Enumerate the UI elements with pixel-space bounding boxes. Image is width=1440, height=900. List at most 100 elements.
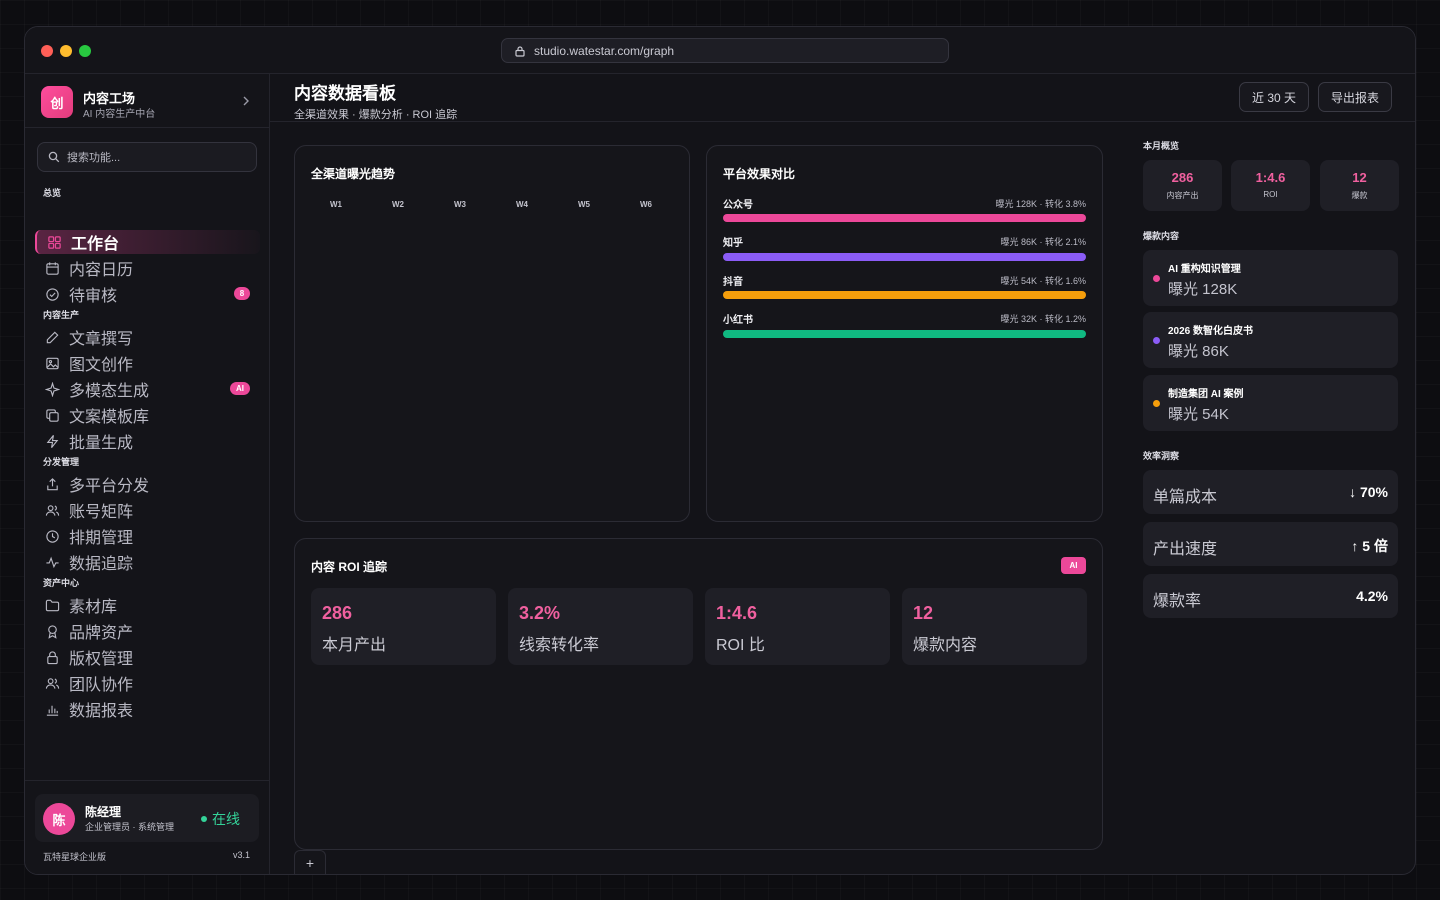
status-dot — [1153, 275, 1160, 282]
platform-bar — [723, 253, 1086, 261]
sidebar-item-account-matrix[interactable]: 账号矩阵 — [35, 498, 260, 522]
metric-value: 12 — [913, 603, 934, 623]
date-range-button[interactable]: 近 30 天 — [1239, 82, 1310, 112]
hot-exposure: 曝光 54K — [1168, 406, 1229, 423]
version-label: v3.1 — [233, 850, 251, 860]
metric-value: 1:4.6 — [716, 603, 758, 623]
hot-content-item[interactable]: AI 重构知识管理 曝光 128K — [1143, 250, 1398, 306]
platform-name: 小红书 — [723, 315, 753, 326]
sidebar-item-label: 待审核 — [69, 288, 118, 305]
metric-label: 线索转化率 — [519, 637, 600, 654]
image-icon — [46, 357, 59, 369]
hot-title: AI 重构知识管理 — [1168, 264, 1241, 275]
ai-chip[interactable]: AI — [1061, 557, 1086, 574]
sidebar-item-dashboard[interactable]: 工作台 — [35, 230, 260, 254]
pen-icon — [46, 331, 59, 343]
roi-metric-tile: 12 爆款内容 — [902, 588, 1087, 665]
page-subtitle: 全渠道效果 · 爆款分析 · ROI 追踪 — [294, 109, 458, 121]
award-icon — [48, 624, 57, 639]
bar-chart-icon — [46, 705, 59, 716]
sidebar-item-review[interactable]: 待审核 8 — [35, 282, 260, 306]
sidebar-item-article-writing[interactable]: 文章撰写 — [35, 325, 260, 349]
copy-icon — [46, 408, 59, 422]
sidebar-item-multi-platform[interactable]: 多平台分发 — [35, 472, 260, 496]
stat-value: 12 — [1352, 170, 1367, 185]
activity-icon — [46, 556, 59, 568]
hot-content-item[interactable]: 制造集团 AI 案例 曝光 54K — [1143, 375, 1398, 431]
hot-exposure: 曝光 86K — [1168, 343, 1229, 360]
address-bar[interactable]: studio.watestar.com/graph — [501, 38, 949, 63]
lightning-icon — [46, 434, 59, 448]
week-label: W5 — [578, 200, 590, 209]
online-status: 在线 — [201, 809, 240, 829]
nav-section-label: 总览 — [43, 188, 62, 198]
card-title: 全渠道曝光趋势 — [311, 167, 396, 181]
page-title: 内容数据看板 — [294, 84, 396, 103]
sidebar-item-copyright[interactable]: 版权管理 — [35, 645, 260, 669]
efficiency-metric-value: 4.2% — [1356, 588, 1388, 604]
search-placeholder: 搜索功能... — [67, 152, 121, 164]
sidebar-item-schedule[interactable]: 排期管理 — [35, 524, 260, 548]
grid-icon — [48, 235, 61, 249]
sidebar-item-label: 账号矩阵 — [69, 504, 134, 521]
edition-label: 瓦特星球企业版 — [43, 852, 107, 862]
metric-value: 286 — [322, 603, 353, 623]
sidebar-item-brand-assets[interactable]: 品牌资产 — [35, 619, 260, 643]
brand-switcher[interactable]: 创 内容工场 AI 内容生产中台 — [25, 74, 269, 128]
efficiency-metric-label: 爆款率 — [1153, 593, 1202, 610]
sidebar-item-team[interactable]: 团队协作 — [35, 671, 260, 695]
overview-label: 本月概览 — [1143, 141, 1180, 151]
metric-label: 本月产出 — [322, 637, 387, 654]
sidebar-item-asset-library[interactable]: 素材库 — [35, 593, 260, 617]
stat-value: 1:4.6 — [1255, 170, 1286, 185]
sidebar-item-calendar[interactable]: 内容日历 — [35, 256, 260, 280]
sidebar: 创 内容工场 AI 内容生产中台 搜索功能... 总览 工作台 内容日历 待审核… — [25, 74, 270, 874]
sidebar-item-data-tracking[interactable]: 数据追踪 — [35, 550, 260, 574]
card-title: 平台效果对比 — [723, 167, 796, 181]
card-title: 内容 ROI 追踪 — [311, 560, 388, 574]
export-report-button[interactable]: 导出报表 — [1318, 82, 1393, 112]
clock-icon — [46, 529, 59, 543]
sidebar-item-template-library[interactable]: 文案模板库 — [35, 403, 260, 427]
sidebar-item-label: 多模态生成 — [69, 383, 150, 400]
sidebar-item-label: 批量生成 — [69, 435, 134, 452]
sidebar-item-multimodal[interactable]: 多模态生成 AI — [35, 377, 260, 401]
efficiency-item: 单篇成本 ↓ 70% — [1143, 470, 1398, 514]
sidebar-item-image-creation[interactable]: 图文创作 — [35, 351, 260, 375]
overview-stat-tile: 1:4.6 ROI — [1231, 160, 1310, 211]
metric-label: ROI 比 — [716, 637, 765, 654]
user-profile-card[interactable]: 陈 陈经理 企业管理员 · 系统管理 在线 — [35, 794, 259, 842]
sidebar-item-label: 品牌资产 — [69, 625, 134, 642]
add-widget-button[interactable]: + — [294, 850, 326, 874]
status-text: 在线 — [212, 811, 240, 827]
sidebar-item-label: 排期管理 — [69, 530, 134, 547]
url-text: studio.watestar.com/graph — [534, 43, 675, 58]
search-icon — [48, 151, 60, 163]
platform-stat: 曝光 54K · 转化 1.6% — [1000, 276, 1086, 286]
roi-metric-tile: 3.2% 线索转化率 — [508, 588, 693, 665]
maximize-window-button[interactable] — [79, 45, 91, 57]
sidebar-item-label: 文章撰写 — [69, 331, 134, 348]
week-label: W3 — [454, 200, 466, 209]
sidebar-item-batch-generate[interactable]: 批量生成 — [35, 429, 260, 453]
week-label: W4 — [516, 200, 528, 209]
status-dot — [201, 816, 207, 822]
stat-label: 爆款 — [1351, 191, 1368, 200]
sidebar-item-label: 数据报表 — [69, 703, 134, 720]
hot-title: 2026 数智化白皮书 — [1168, 326, 1254, 337]
stat-value: 286 — [1171, 170, 1194, 185]
platform-stat: 曝光 32K · 转化 1.2% — [1000, 314, 1086, 324]
platform-stat: 曝光 86K · 转化 2.1% — [1000, 237, 1086, 247]
sidebar-item-label: 数据追踪 — [69, 556, 134, 573]
sidebar-item-reports[interactable]: 数据报表 — [35, 697, 260, 721]
hot-content-item[interactable]: 2026 数智化白皮书 曝光 86K — [1143, 312, 1398, 368]
sidebar-item-label: 工作台 — [71, 236, 120, 253]
minimize-window-button[interactable] — [60, 45, 72, 57]
platform-name: 公众号 — [723, 200, 753, 211]
lock-icon — [47, 650, 58, 664]
search-input[interactable]: 搜索功能... — [37, 142, 257, 172]
platform-name: 抖音 — [723, 277, 743, 288]
exposure-trend-card: 全渠道曝光趋势 W1 W2 W3 W4 W5 W6 — [294, 145, 690, 522]
close-window-button[interactable] — [41, 45, 53, 57]
platform-stat: 曝光 128K · 转化 3.8% — [995, 199, 1086, 209]
